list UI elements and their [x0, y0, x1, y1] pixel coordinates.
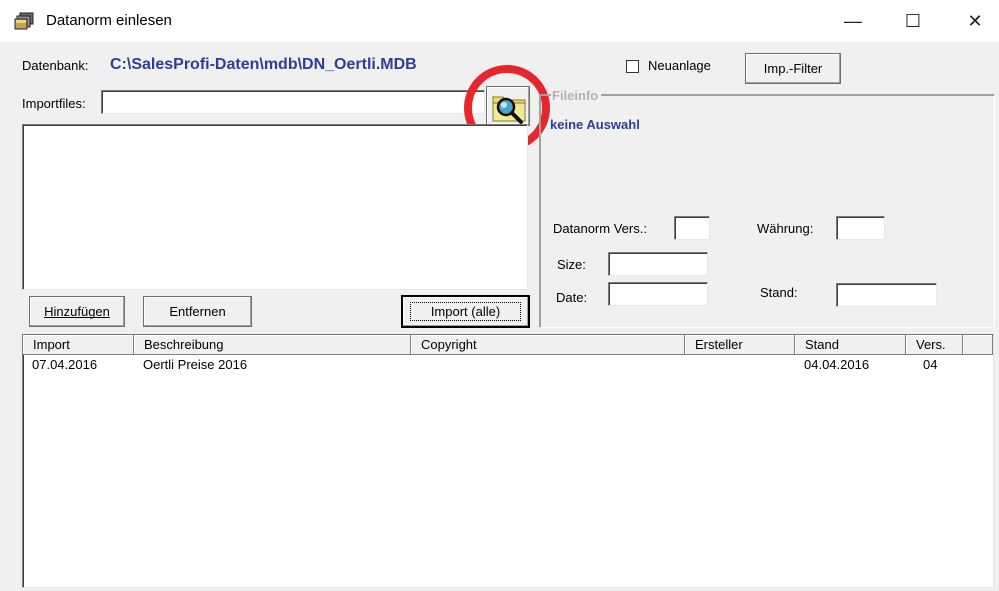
date-field: [608, 282, 708, 306]
minimize-button[interactable]: —: [830, 0, 876, 42]
dialog-client: Datenbank: C:\SalesProfi-Daten\mdb\DN_Oe…: [0, 42, 999, 591]
column-header-filler: [963, 335, 993, 355]
window-title: Datanorm einlesen: [46, 12, 172, 29]
import-all-label: Import (alle): [409, 302, 522, 321]
remove-button[interactable]: Entfernen: [143, 296, 252, 327]
close-icon: ✕: [967, 10, 983, 31]
minimize-icon: —: [844, 10, 862, 31]
stand-field: [836, 283, 937, 307]
neuanlage-label: Neuanlage: [648, 58, 711, 73]
app-icon: [14, 12, 34, 30]
title-bar: Datanorm einlesen — ☐ ✕: [0, 0, 999, 42]
column-header-ersteller[interactable]: Ersteller: [685, 335, 795, 355]
imp-filter-label: Imp.-Filter: [763, 61, 823, 76]
imp-filter-button[interactable]: Imp.-Filter: [745, 53, 841, 84]
close-button[interactable]: ✕: [952, 0, 998, 42]
add-button-label: Hinzufügen: [44, 304, 110, 319]
column-header-import[interactable]: Import: [23, 335, 134, 355]
add-button[interactable]: Hinzufügen: [29, 296, 125, 327]
maximize-icon: ☐: [904, 10, 922, 31]
cell-vers: 04: [923, 357, 938, 372]
import-all-button[interactable]: Import (alle): [401, 295, 530, 328]
datanorm-vers-field: [674, 216, 710, 240]
column-header-vers[interactable]: Vers.: [906, 335, 963, 355]
table-row[interactable]: 07.04.2016 Oertli Preise 2016 04.04.2016…: [23, 355, 993, 373]
maximize-button[interactable]: ☐: [890, 0, 936, 42]
waehrung-label: Währung:: [757, 221, 814, 236]
cell-import: 07.04.2016: [32, 357, 98, 372]
table-header: Import Beschreibung Copyright Ersteller …: [23, 335, 993, 355]
neuanlage-checkbox[interactable]: [626, 60, 639, 73]
cell-stand: 04.04.2016: [804, 357, 870, 372]
column-header-copyright[interactable]: Copyright: [411, 335, 685, 355]
fileinfo-legend: Fileinfo: [551, 88, 602, 103]
waehrung-field: [836, 216, 885, 240]
datanorm-vers-label: Datanorm Vers.:: [553, 221, 647, 236]
import-table[interactable]: Import Beschreibung Copyright Ersteller …: [22, 334, 994, 588]
importfiles-input[interactable]: [101, 90, 485, 114]
database-path: C:\SalesProfi-Daten\mdb\DN_Oertli.MDB: [110, 56, 417, 73]
size-field: [608, 252, 708, 276]
database-label: Datenbank:: [22, 58, 89, 73]
stand-label: Stand:: [760, 285, 798, 300]
column-header-beschreibung[interactable]: Beschreibung: [134, 335, 411, 355]
importfiles-label: Importfiles:: [22, 96, 86, 111]
cell-beschreibung: Oertli Preise 2016: [143, 357, 248, 372]
size-label: Size:: [557, 257, 586, 272]
fileinfo-status: keine Auswahl: [550, 117, 640, 132]
column-header-stand[interactable]: Stand: [795, 335, 906, 355]
remove-button-label: Entfernen: [169, 304, 226, 319]
date-label: Date:: [556, 290, 588, 305]
importfiles-list[interactable]: [22, 124, 528, 290]
